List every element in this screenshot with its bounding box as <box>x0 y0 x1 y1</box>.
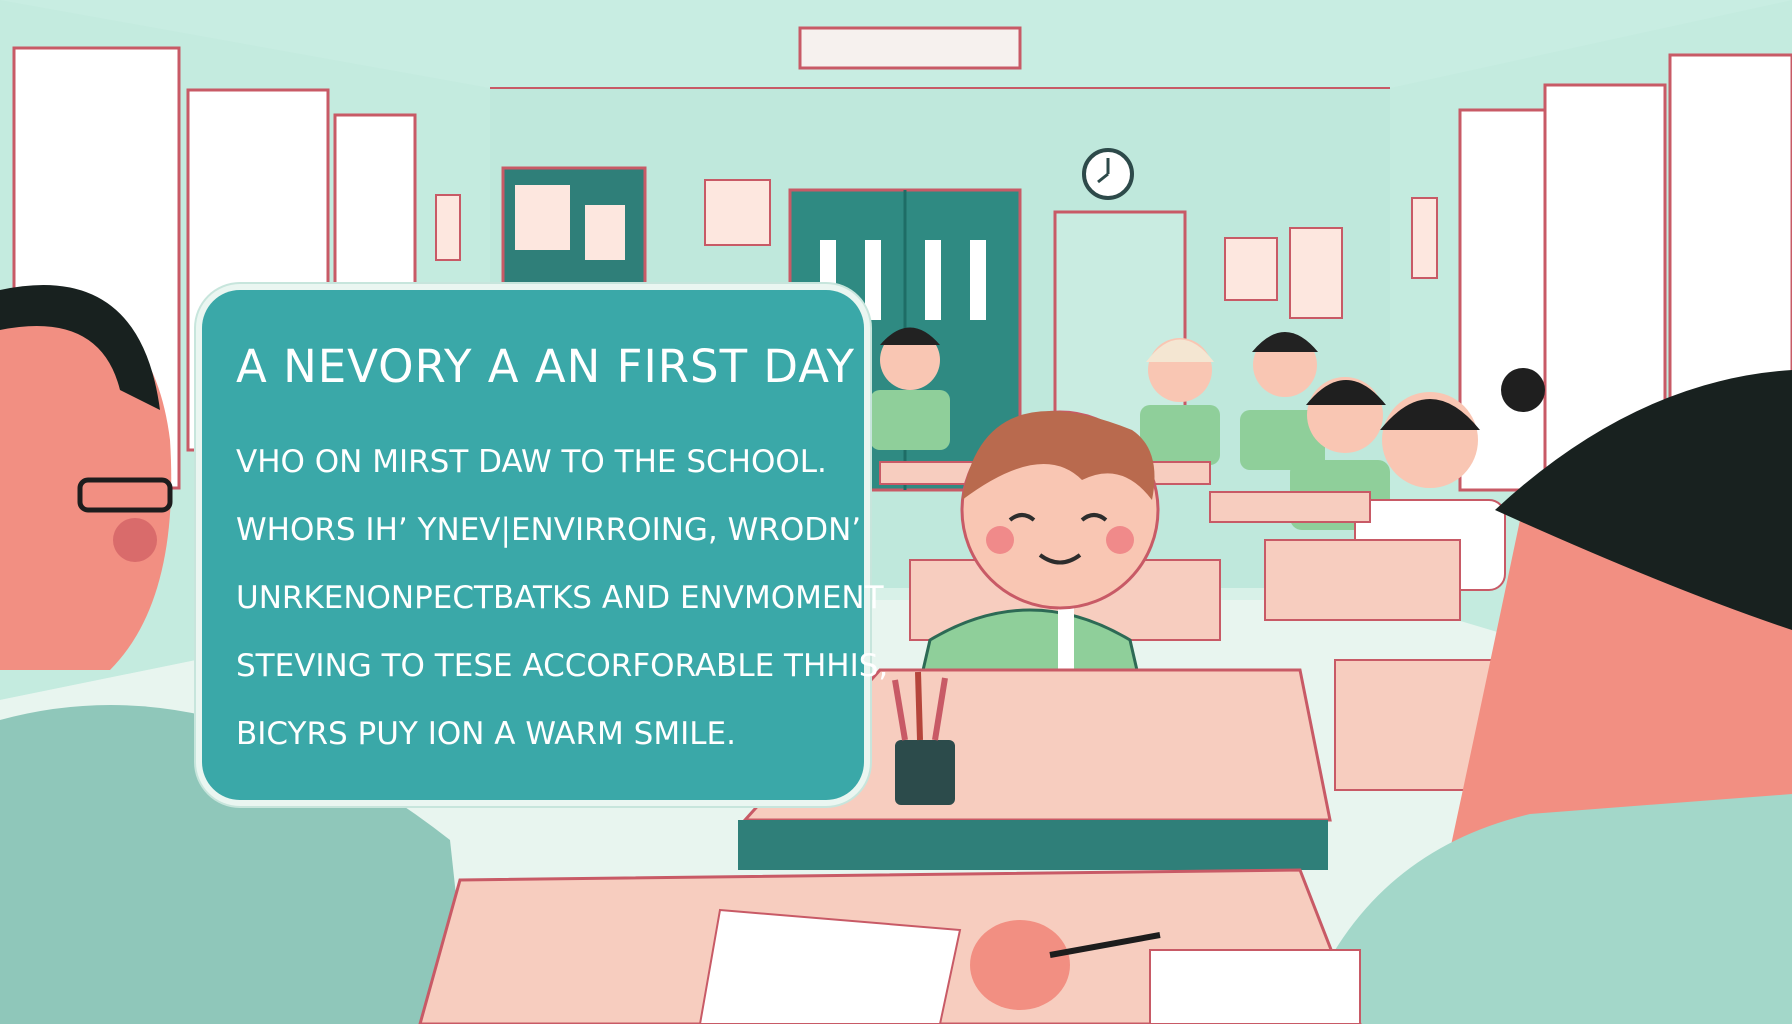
caption-line: VHO ON MIRST DAW TO THE SCHOOL. <box>236 444 827 480</box>
caption-title: A NEVORY A AN FIRST DAY <box>236 340 856 393</box>
caption-line: STEVING TO TESE ACCORFORABLE THHIS, <box>236 648 889 684</box>
ceiling-light <box>798 26 1022 70</box>
bulletin-board <box>501 166 647 288</box>
caption-line: UNRKENONPECTBATKS AND ENVMOMENT <box>236 580 884 616</box>
classroom-illustration: A NEVORY A AN FIRST DAY VHO ON MIRST DAW… <box>0 0 1792 1024</box>
caption-line: WHORS IH’ YNEV|ENVIRROING, WRODN’ <box>236 512 862 548</box>
caption-line: BICYRS PUY ION A WARM SMILE. <box>236 716 736 752</box>
wall-clock-icon <box>1082 148 1134 200</box>
wall-poster <box>435 194 461 261</box>
caption-card: A NEVORY A AN FIRST DAY VHO ON MIRST DAW… <box>202 290 889 800</box>
desk <box>1264 539 1461 621</box>
notebook <box>418 868 1362 1024</box>
wall-poster <box>1224 237 1278 301</box>
wall-poster <box>1411 197 1438 279</box>
wall-poster <box>1289 227 1343 319</box>
wall-poster <box>704 179 771 246</box>
desk <box>1209 491 1371 523</box>
